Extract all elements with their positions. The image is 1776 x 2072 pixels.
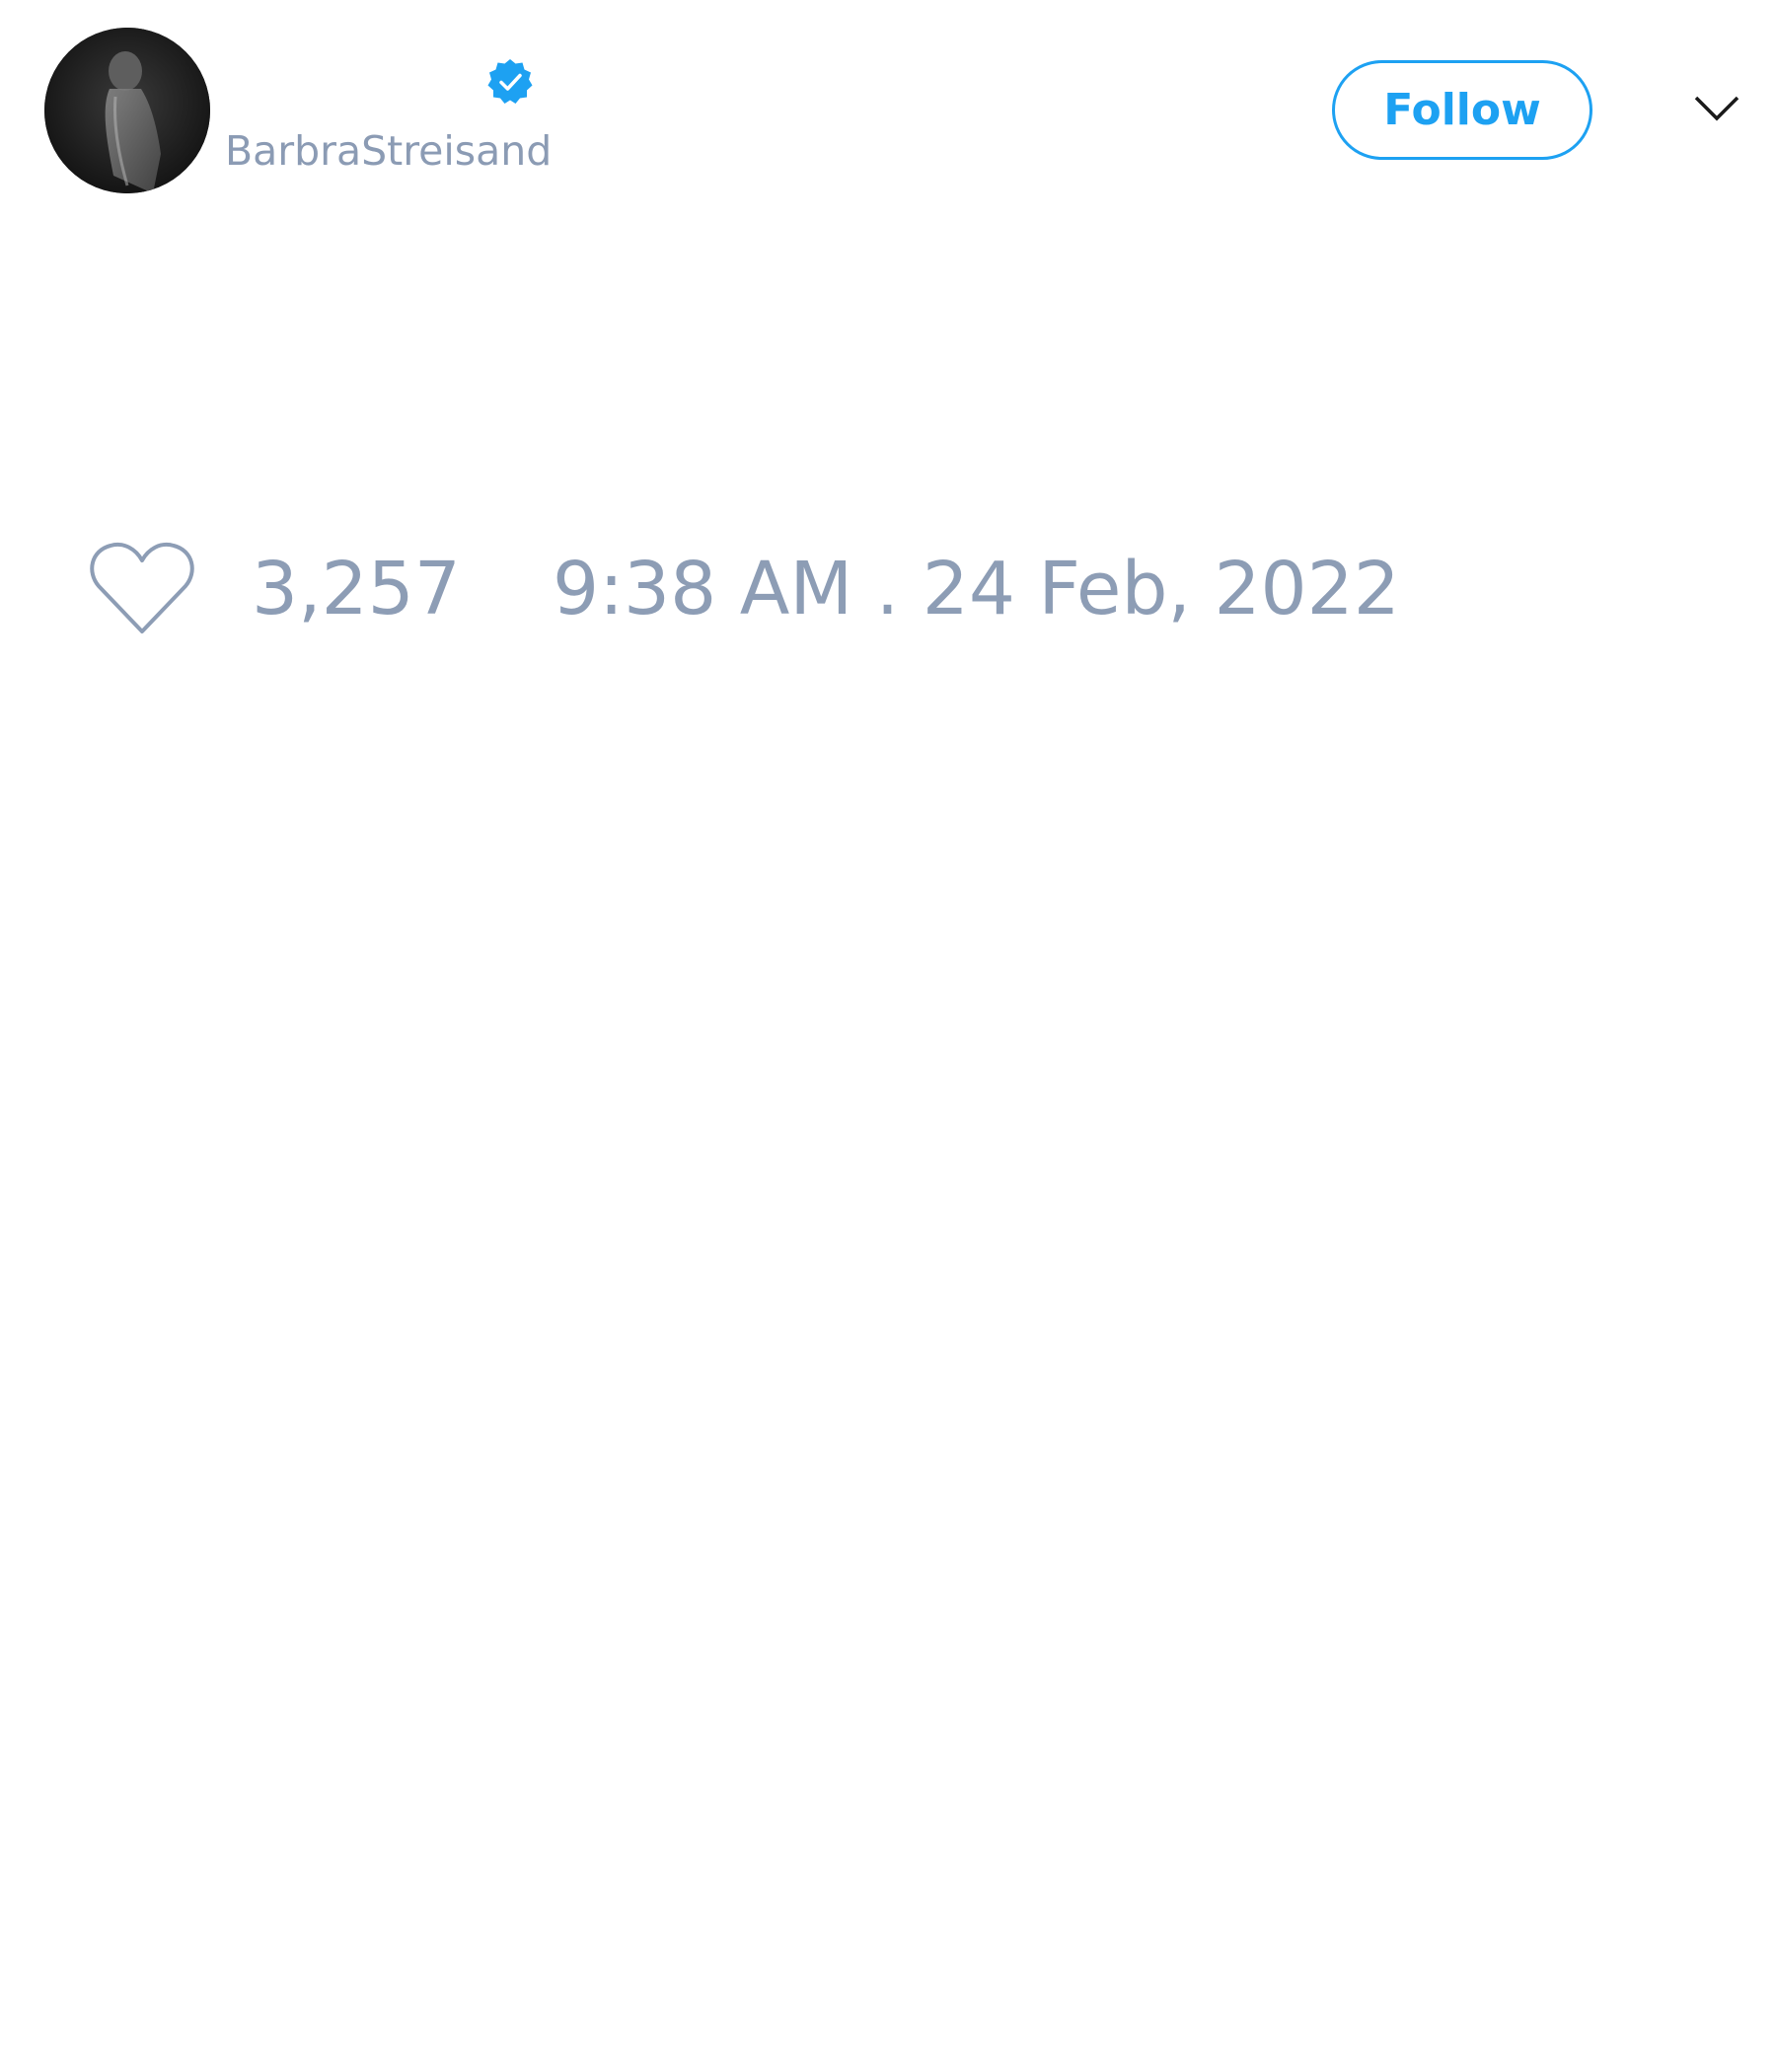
author-handle[interactable]: BarbraStreisand — [225, 126, 552, 176]
heart-icon[interactable] — [89, 541, 195, 637]
verified-badge-icon — [485, 57, 535, 107]
like-count: 3,257 — [252, 547, 461, 631]
avatar[interactable] — [44, 28, 210, 193]
avatar-photo — [44, 28, 210, 193]
chevron-down-icon[interactable] — [1692, 89, 1741, 128]
tweet-timestamp[interactable]: 9:38 AM . 24 Feb, 2022 — [553, 548, 1400, 630]
follow-button[interactable]: Follow — [1332, 60, 1592, 160]
